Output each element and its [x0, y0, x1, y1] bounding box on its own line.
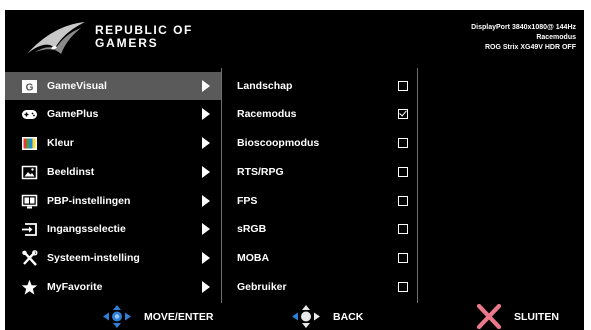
- arrow-right-icon: [202, 281, 210, 293]
- arrow-right-icon: [202, 166, 210, 178]
- arrow-right-icon: [202, 108, 210, 120]
- footer-bar: MOVE/ENTER BACK SLUITEN: [5, 303, 584, 330]
- column-divider: [417, 68, 418, 303]
- exit-button[interactable]: SLUITEN: [475, 303, 580, 330]
- option-label: Landschap: [237, 80, 293, 92]
- option-label: sRGB: [237, 223, 267, 235]
- back-button[interactable]: BACK: [291, 303, 391, 330]
- option-label: Racemodus: [237, 108, 297, 120]
- status-model: ROG Strix XG49V HDR OFF: [484, 44, 576, 51]
- main-menu-item-gameplus[interactable]: GamePlus: [5, 100, 221, 128]
- dpad-move-icon: [103, 305, 131, 328]
- option-checkbox-checked[interactable]: [398, 109, 408, 119]
- main-menu-item-myfavorite[interactable]: MyFavorite: [5, 273, 221, 301]
- option-label: RTS/RPG: [237, 166, 284, 178]
- gamevisual-option-racemodus[interactable]: Racemodus: [234, 100, 417, 128]
- arrow-right-icon: [202, 195, 210, 207]
- main-menu-label: GameVisual: [47, 80, 107, 92]
- main-menu-label: Kleur: [47, 137, 74, 149]
- move-enter-button[interactable]: MOVE/ENTER: [102, 303, 252, 330]
- exit-label: SLUITEN: [514, 311, 559, 323]
- gamevisual-option-srgb[interactable]: sRGB: [234, 215, 417, 243]
- option-checkbox[interactable]: [398, 167, 408, 177]
- brand-line-2: GAMERS: [95, 36, 159, 50]
- arrow-right-icon: [202, 137, 210, 149]
- option-label: MOBA: [237, 252, 270, 264]
- move-enter-label: MOVE/ENTER: [144, 311, 214, 323]
- arrow-right-icon: [202, 252, 210, 264]
- column-divider: [221, 68, 222, 303]
- brand-name: REPUBLIC OF GAMERS: [95, 24, 193, 50]
- gamevisual-option-rts-rpg[interactable]: RTS/RPG: [234, 158, 417, 186]
- main-menu-item-kleur[interactable]: Kleur: [5, 129, 221, 157]
- option-checkbox[interactable]: [398, 253, 408, 263]
- option-label: FPS: [237, 195, 258, 207]
- main-menu-label: GamePlus: [47, 108, 99, 120]
- input-icon: [22, 223, 37, 236]
- star-icon: [21, 279, 38, 295]
- option-checkbox[interactable]: [398, 282, 408, 292]
- main-menu-label: Ingangsselectie: [47, 223, 126, 235]
- osd-menu: G GameVisual GamePlus Kleur Beeldinst PB…: [5, 68, 584, 303]
- option-checkbox[interactable]: [398, 224, 408, 234]
- back-label: BACK: [333, 311, 364, 323]
- pbp-icon: [21, 194, 38, 209]
- main-menu-item-pbp[interactable]: PBP-instellingen: [5, 187, 221, 215]
- dpad-back-icon: [292, 305, 320, 328]
- arrow-right-icon: [202, 80, 210, 92]
- close-x-icon: [476, 304, 502, 329]
- status-mode: Racemodus: [536, 34, 576, 41]
- image-icon: [21, 165, 38, 180]
- tools-icon: [22, 250, 38, 266]
- gamevisual-option-gebruiker[interactable]: Gebruiker: [234, 273, 417, 301]
- gamevisual-option-moba[interactable]: MOBA: [234, 244, 417, 272]
- gamepad-icon: [22, 110, 37, 119]
- status-input-signal: DisplayPort 3840x1080@ 144Hz: [471, 24, 576, 31]
- main-menu-item-ingangsselectie[interactable]: Ingangsselectie: [5, 215, 221, 243]
- gamevisual-icon: G: [22, 80, 37, 94]
- option-checkbox[interactable]: [398, 196, 408, 206]
- main-menu-item-beeldinst[interactable]: Beeldinst: [5, 158, 221, 186]
- arrow-right-icon: [202, 223, 210, 235]
- option-label: Gebruiker: [237, 281, 287, 293]
- main-menu-label: PBP-instellingen: [47, 195, 131, 207]
- color-palette-icon: [22, 137, 37, 150]
- gamevisual-option-landschap[interactable]: Landschap: [234, 72, 417, 100]
- header-bar: REPUBLIC OF GAMERS DisplayPort 3840x1080…: [5, 10, 584, 68]
- svg-text:G: G: [26, 83, 34, 94]
- main-menu-label: Beeldinst: [47, 166, 95, 178]
- gamevisual-option-bioscoopmodus[interactable]: Bioscoopmodus: [234, 129, 417, 157]
- rog-eye-logo-icon: [27, 22, 85, 54]
- option-label: Bioscoopmodus: [237, 137, 320, 149]
- osd-window: REPUBLIC OF GAMERS DisplayPort 3840x1080…: [0, 0, 591, 330]
- main-menu-item-systeem[interactable]: Systeem-instelling: [5, 244, 221, 272]
- main-menu-label: MyFavorite: [47, 281, 103, 293]
- status-info: DisplayPort 3840x1080@ 144Hz Racemodus R…: [471, 23, 576, 53]
- gamevisual-option-fps[interactable]: FPS: [234, 187, 417, 215]
- option-checkbox[interactable]: [398, 81, 408, 91]
- main-menu-label: Systeem-instelling: [47, 252, 140, 264]
- main-menu-item-gamevisual[interactable]: G GameVisual: [5, 72, 221, 100]
- option-checkbox[interactable]: [398, 138, 408, 148]
